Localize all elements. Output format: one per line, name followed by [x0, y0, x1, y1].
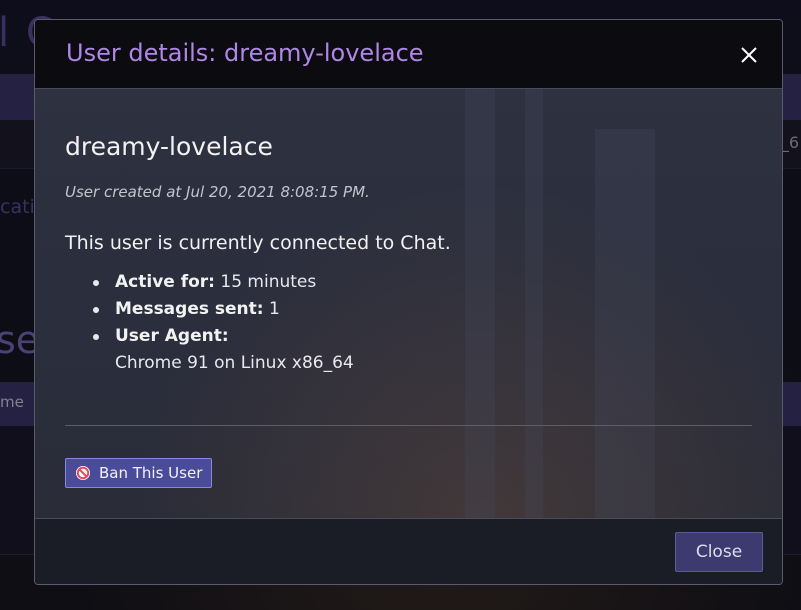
- connection-status-text: This user is currently connected to Chat…: [65, 232, 451, 254]
- created-at-text: User created at Jul 20, 2021 8:08:15 PM.: [65, 183, 370, 201]
- user-details-list: Active for: 15 minutes Messages sent: 1 …: [65, 269, 354, 377]
- user-details-modal: User details: dreamy-lovelace dreamy-lov…: [34, 19, 783, 585]
- active-for-value: 15 minutes: [220, 272, 317, 292]
- messages-sent-value: 1: [268, 299, 280, 319]
- close-icon[interactable]: [738, 44, 760, 66]
- modal-title: User details: dreamy-lovelace: [66, 39, 424, 67]
- user-agent-value: Chrome 91 on Linux x86_64: [115, 353, 354, 373]
- active-for-label: Active for:: [115, 272, 215, 292]
- ban-user-label: Ban This User: [99, 464, 203, 482]
- ban-user-button[interactable]: Ban This User: [65, 458, 213, 488]
- username-heading: dreamy-lovelace: [65, 132, 273, 161]
- user-agent-label: User Agent:: [115, 326, 229, 346]
- messages-sent-label: Messages sent:: [115, 299, 264, 319]
- background-decoration: [465, 89, 495, 518]
- list-item: User Agent:: [93, 323, 354, 350]
- close-button[interactable]: Close: [675, 532, 763, 572]
- divider: [65, 425, 752, 426]
- modal-header: User details: dreamy-lovelace: [35, 20, 782, 89]
- list-item: Chrome 91 on Linux x86_64: [115, 350, 354, 377]
- list-item: Active for: 15 minutes: [93, 269, 354, 296]
- background-decoration: [525, 89, 543, 518]
- modal-body: dreamy-lovelace User created at Jul 20, …: [35, 89, 782, 519]
- background-decoration: [595, 129, 655, 518]
- ban-icon: [75, 465, 91, 481]
- modal-footer: Close: [35, 519, 782, 584]
- list-item: Messages sent: 1: [93, 296, 354, 323]
